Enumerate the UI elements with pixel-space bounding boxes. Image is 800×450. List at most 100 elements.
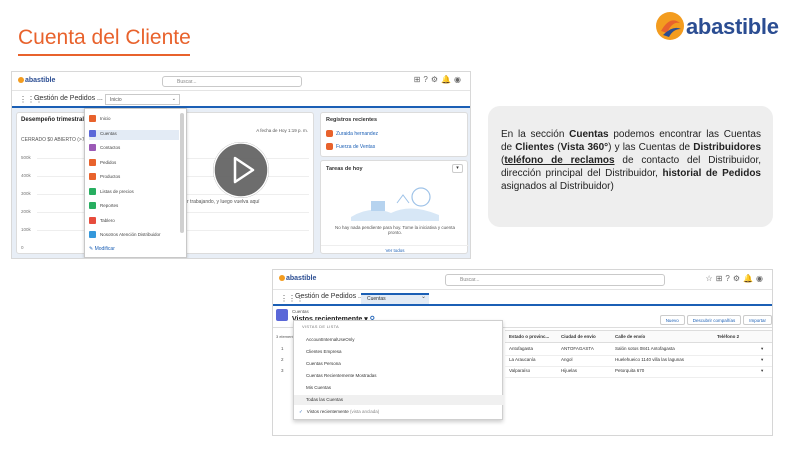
slide-title: Cuenta del Cliente <box>18 26 191 49</box>
search-input[interactable]: Buscar... <box>445 274 665 286</box>
brand-name: abastible <box>686 14 779 39</box>
chevron-down-icon[interactable]: ⌄ <box>421 293 426 300</box>
nav-item-icon <box>89 187 96 195</box>
list-actions: Nuevo Descubrir compañías Importar <box>658 309 772 327</box>
nav-menu-item[interactable]: Pedidos <box>89 158 179 169</box>
cell-estado: Valparaíso <box>509 368 531 373</box>
play-icon[interactable] <box>213 142 269 198</box>
chevron-down-icon: ⌄ <box>171 96 176 102</box>
nav-item-icon <box>89 115 96 122</box>
help-icon[interactable]: ? <box>725 274 732 283</box>
list-view-option[interactable]: Clientes Empresa <box>294 347 504 357</box>
discover-companies-button[interactable]: Descubrir compañías <box>686 315 742 325</box>
column-header[interactable]: Ciudad de envío <box>561 334 596 344</box>
nav-dropdown-menu: Inicio Cuentas Contactos Pedidos Productos Li… <box>84 108 187 258</box>
list-view-option[interactable]: AccountInternalUseOnly <box>294 335 504 345</box>
nav-menu-item[interactable]: Contactos <box>89 144 179 154</box>
performance-message: r trabajando, y luego vuelva aquí <box>187 199 260 205</box>
nav-dropdown[interactable]: Inicio ⌄ <box>105 94 180 105</box>
nav-menu-item[interactable]: Tablero <box>89 216 179 227</box>
nav-menu-item[interactable]: Cuentas <box>89 129 179 140</box>
cell-estado: Antofagasta <box>509 346 534 351</box>
nav-bar: ⋮⋮⋮ Gestión de Pedidos ... Cuentas ⌄ <box>273 290 772 306</box>
nav-item-icon <box>89 173 96 180</box>
nav-item-icon <box>89 216 96 224</box>
recent-item[interactable]: Fuerza de Ventas <box>326 143 375 150</box>
column-header[interactable]: Estado o provinc... <box>509 334 549 344</box>
top-bar: abastible Buscar... ⊞?⚙🔔◉ <box>12 72 470 91</box>
abastible-flame-icon <box>656 12 684 40</box>
table-header: Estado o provinc... Ciudad de envío Call… <box>505 330 772 344</box>
row-divider <box>505 377 772 378</box>
nav-item-icon <box>89 202 96 209</box>
avatar[interactable]: ◉ <box>454 75 464 84</box>
list-view-selected[interactable]: ✓ Vistos recientemente (vista anclada) <box>294 407 504 417</box>
list-view-option[interactable]: Cuentas Persona <box>294 359 504 369</box>
row-action-icon[interactable]: ▾ <box>761 368 763 374</box>
brand-logo: abastible <box>655 11 785 41</box>
bell-icon[interactable]: 🔔 <box>441 75 454 84</box>
empty-tasks-illustration-icon <box>351 187 439 221</box>
list-view-option[interactable]: Todas las Cuentas <box>294 395 504 405</box>
gear-icon[interactable]: ⚙ <box>431 75 441 84</box>
title-underline <box>18 54 190 56</box>
list-view-option[interactable]: Mis Cuentas <box>294 383 504 393</box>
cell-ciudad: ANTOFAGASTA <box>561 346 594 351</box>
nav-menu-item[interactable]: Reportes <box>89 202 179 212</box>
cell-ciudad: Angol <box>561 357 573 362</box>
recent-item[interactable]: Zuraida hernandez <box>326 130 378 137</box>
cell-ciudad: Hijuelas <box>561 368 578 373</box>
new-button[interactable]: Nuevo <box>659 315 685 325</box>
record-icon <box>326 143 333 150</box>
row-number: 1 <box>281 346 284 351</box>
performance-stats: CERRADO $0 ABIERTO (>70 <box>21 137 88 143</box>
y-tick: 200k <box>21 209 31 214</box>
import-button[interactable]: Importar <box>743 315 772 325</box>
nav-menu-item[interactable]: Nosotros Atención Distribuidor <box>89 231 179 241</box>
y-tick: 500k <box>21 155 31 160</box>
gear-icon[interactable]: ⚙ <box>733 274 743 283</box>
top-bar: abastible Buscar... ☆⊞?⚙🔔◉ <box>273 270 772 290</box>
performance-title: Desempeño trimestral <box>21 117 85 123</box>
tasks-title: Tareas de hoy <box>326 166 363 172</box>
plus-icon[interactable]: ⊞ <box>414 75 424 84</box>
tasks-menu-button[interactable]: ▾ <box>452 164 463 173</box>
nav-item-icon <box>89 231 96 238</box>
plus-icon[interactable]: ⊞ <box>716 274 726 283</box>
recent-records-card: Registros recientes Zuraida hernandez Fu… <box>320 112 468 157</box>
accounts-object-icon <box>276 309 288 321</box>
row-action-icon[interactable]: ▾ <box>761 357 763 363</box>
accounts-screenshot: abastible Buscar... ☆⊞?⚙🔔◉ ⋮⋮⋮ Gestión d… <box>272 269 773 436</box>
row-number: 2 <box>281 357 284 362</box>
header-icons: ⊞?⚙🔔◉ <box>414 75 464 84</box>
cell-estado: La Araucanía <box>509 357 536 362</box>
view-all-link[interactable]: Ver todos <box>321 245 469 253</box>
list-views-header: VISTAS DE LISTA <box>302 324 340 329</box>
nav-menu-item[interactable]: Inicio <box>89 115 179 125</box>
object-label: Cuentas <box>292 309 309 314</box>
row-divider <box>505 355 772 356</box>
search-input[interactable]: Buscar... <box>162 76 302 87</box>
menu-scrollbar[interactable] <box>180 113 184 233</box>
app-name: Gestión de Pedidos ... <box>295 293 364 300</box>
column-header[interactable]: Teléfono 2 <box>717 334 739 344</box>
nav-menu-item[interactable]: Productos <box>89 173 179 183</box>
performance-date: A fecha de Hoy 1:19 p. m. <box>256 128 308 133</box>
y-tick: 400k <box>21 173 31 178</box>
favorites-icon[interactable]: ☆ <box>706 274 716 283</box>
column-header[interactable]: Calle de envío <box>615 334 645 344</box>
list-view-option[interactable]: Cuentas Recientemente Mostradas <box>294 371 504 381</box>
nav-menu-item[interactable]: Listas de precios <box>89 187 179 198</box>
bell-icon[interactable]: 🔔 <box>743 274 756 283</box>
cell-calle: Petorquita 670 <box>615 368 645 373</box>
y-tick: 0 <box>21 245 24 250</box>
row-divider <box>505 366 772 367</box>
y-tick: 100k <box>21 227 31 232</box>
tab-cuentas[interactable]: Cuentas <box>361 293 429 304</box>
avatar[interactable]: ◉ <box>756 274 766 283</box>
nav-item-icon <box>89 129 96 137</box>
help-icon[interactable]: ? <box>423 75 430 84</box>
row-action-icon[interactable]: ▾ <box>761 346 763 352</box>
modify-link[interactable]: ✎ Modificar <box>89 246 115 252</box>
nav-bar: ⋮⋮⋮ Gestión de Pedidos ... Inicio ⌄ <box>12 91 470 108</box>
